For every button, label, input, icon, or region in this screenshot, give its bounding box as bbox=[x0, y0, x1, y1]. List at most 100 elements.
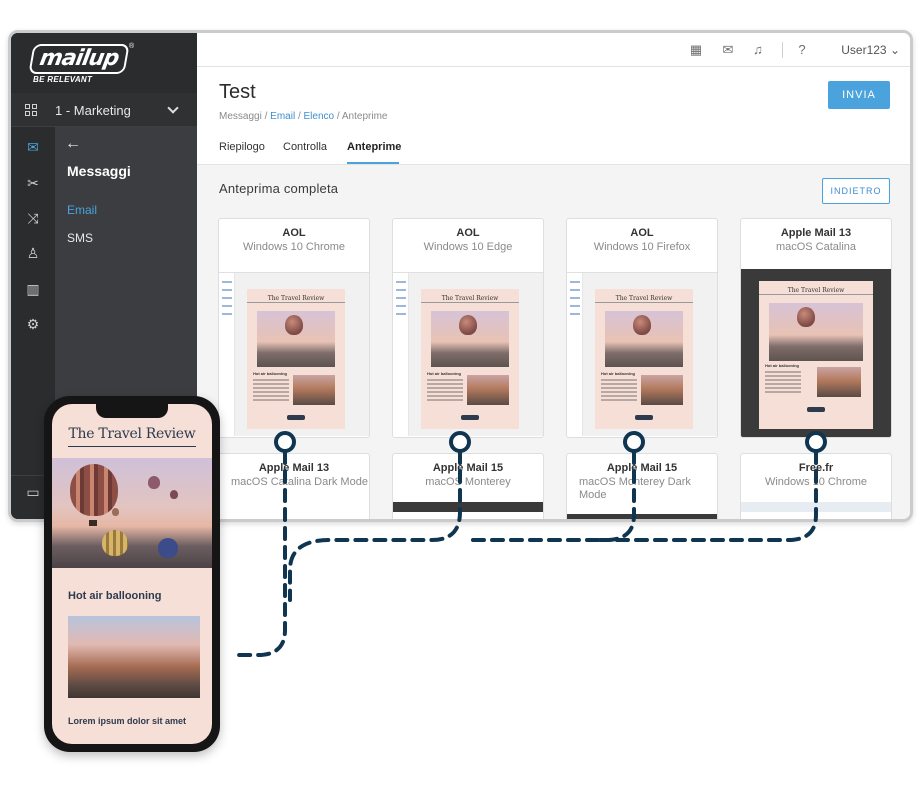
breadcrumb: Messaggi / Email / Elenco / Anteprime bbox=[219, 111, 387, 122]
thumb-dark-strip bbox=[393, 502, 543, 512]
card-client: Apple Mail 15 bbox=[432, 462, 504, 474]
card-client: Apple Mail 13 bbox=[258, 462, 330, 474]
balloon-graphic bbox=[148, 476, 160, 489]
bar-chart-icon[interactable]: ▥ bbox=[25, 281, 41, 297]
thumb-masthead: The Travel Review bbox=[247, 295, 345, 303]
card-environment: Windows 10 Chrome bbox=[764, 476, 868, 488]
thumb-image bbox=[817, 367, 861, 397]
webmail-sidebar bbox=[219, 273, 235, 436]
subnav-panel: ← Messaggi Email SMS bbox=[55, 127, 197, 427]
subnav-item-email[interactable]: Email bbox=[67, 203, 97, 217]
balloon-graphic bbox=[102, 530, 128, 556]
card-environment: macOS Catalina Dark Mode bbox=[231, 476, 368, 488]
help-icon[interactable]: ? bbox=[794, 42, 810, 58]
thumb-masthead: The Travel Review bbox=[759, 287, 873, 295]
phone-masthead: The Travel Review bbox=[68, 426, 196, 442]
chat-icon[interactable]: ▭ bbox=[25, 484, 41, 500]
envelope-icon[interactable]: ✉ bbox=[25, 139, 41, 155]
logo-registered-mark: ® bbox=[129, 43, 135, 50]
tab-anteprime[interactable]: Anteprime bbox=[347, 141, 401, 153]
preview-card[interactable]: Apple Mail 15 macOS Monterey Dark Mode bbox=[566, 453, 718, 519]
thumb-heading: Hot air ballooning bbox=[765, 363, 799, 368]
tab-riepilogo[interactable]: Riepilogo bbox=[219, 141, 265, 153]
thumb-image bbox=[641, 375, 683, 405]
thumb-heading: Hot air ballooning bbox=[601, 371, 635, 376]
phone-screen: The Travel Review Hot air ballooning Lor… bbox=[52, 404, 212, 744]
send-button[interactable]: INVIA bbox=[828, 81, 890, 109]
user-icon[interactable]: ♙ bbox=[25, 245, 41, 261]
active-tab-indicator bbox=[347, 162, 399, 164]
phone-mockup: The Travel Review Hot air ballooning Lor… bbox=[44, 396, 220, 752]
preview-thumbnail[interactable]: The Travel Review Hot air ballooning bbox=[741, 269, 891, 437]
breadcrumb-email[interactable]: Email bbox=[270, 111, 295, 122]
gear-icon[interactable]: ⚙ bbox=[25, 316, 41, 332]
card-client: Apple Mail 13 bbox=[780, 227, 852, 239]
thumb-button bbox=[461, 415, 479, 420]
preview-card[interactable]: Apple Mail 13 macOS Catalina Dark Mode bbox=[218, 453, 370, 519]
card-client: Free.fr bbox=[798, 462, 834, 474]
breadcrumb-elenco[interactable]: Elenco bbox=[304, 111, 335, 122]
subnav-title: Messaggi bbox=[67, 163, 131, 179]
thumb-image bbox=[293, 375, 335, 405]
preview-card[interactable]: AOL Windows 10 Chrome The Travel Review … bbox=[218, 218, 370, 438]
preview-thumbnail[interactable]: The Travel Review Hot air ballooning bbox=[567, 263, 717, 436]
card-environment: Windows 10 Chrome bbox=[242, 241, 346, 253]
subnav-item-sms[interactable]: SMS bbox=[67, 231, 93, 245]
thumb-button bbox=[635, 415, 653, 420]
thumb-hero-image bbox=[769, 303, 863, 361]
thumb-light-strip bbox=[741, 502, 891, 512]
card-environment: Windows 10 Edge bbox=[423, 241, 513, 253]
phone-notch bbox=[96, 404, 168, 418]
back-arrow-icon[interactable]: ← bbox=[65, 135, 81, 153]
account-selector[interactable]: 1 - Marketing bbox=[11, 93, 197, 127]
thumb-masthead: The Travel Review bbox=[595, 295, 693, 303]
webmail-sidebar bbox=[393, 273, 409, 436]
preview-thumbnail[interactable]: The Travel Review Hot air ballooning bbox=[219, 263, 369, 436]
mail-outgoing-icon[interactable]: ✉ bbox=[720, 42, 736, 58]
phone-subheading: Lorem ipsum dolor sit amet bbox=[68, 716, 187, 726]
preview-card[interactable]: AOL Windows 10 Firefox The Travel Review… bbox=[566, 218, 718, 438]
back-button[interactable]: INDIETRO bbox=[822, 178, 890, 204]
webmail-sidebar bbox=[567, 273, 583, 436]
breadcrumb-sep: / bbox=[261, 111, 271, 122]
logo-tagline: BE RELEVANT bbox=[33, 75, 93, 84]
thumb-text bbox=[601, 379, 637, 403]
shuffle-icon[interactable]: ⤨ bbox=[25, 210, 41, 226]
card-client: AOL bbox=[456, 227, 480, 239]
main-content: ▦ ✉ ♫ ? User123 ⌄ Test Messaggi / Email … bbox=[197, 33, 910, 519]
preview-card[interactable]: Free.fr Windows 10 Chrome bbox=[740, 453, 892, 519]
chevron-down-icon: ⌄ bbox=[889, 43, 900, 57]
topbar-divider bbox=[782, 42, 783, 58]
masthead-rule bbox=[68, 446, 196, 447]
section-title: Anteprima completa bbox=[219, 181, 339, 196]
card-client: Apple Mail 15 bbox=[606, 462, 678, 474]
user-name: User123 bbox=[841, 43, 887, 57]
preview-card[interactable]: Apple Mail 13 macOS Catalina The Travel … bbox=[740, 218, 892, 438]
thumb-hero-image bbox=[257, 311, 335, 367]
webmail-topbar bbox=[567, 263, 717, 273]
preview-card[interactable]: AOL Windows 10 Edge The Travel Review Ho… bbox=[392, 218, 544, 438]
balloon-graphic bbox=[158, 538, 178, 558]
webmail-topbar bbox=[393, 263, 543, 273]
card-environment: macOS Monterey Dark Mode bbox=[579, 476, 691, 501]
preview-card[interactable]: Apple Mail 15 macOS Monterey bbox=[392, 453, 544, 519]
thumb-image bbox=[467, 375, 509, 405]
page-header: Test Messaggi / Email / Elenco / Antepri… bbox=[197, 67, 910, 165]
logo[interactable]: mailup ® BE RELEVANT bbox=[11, 33, 197, 93]
balloon-graphic bbox=[170, 490, 178, 499]
user-menu[interactable]: User123 ⌄ bbox=[841, 43, 900, 57]
phone-town-image bbox=[68, 616, 200, 698]
grid-icon bbox=[25, 104, 37, 116]
thumb-button bbox=[807, 407, 825, 412]
calendar-icon[interactable]: ▦ bbox=[688, 42, 704, 58]
thumb-text bbox=[253, 379, 289, 403]
tools-icon[interactable]: ✂ bbox=[25, 175, 41, 191]
breadcrumb-messaggi[interactable]: Messaggi bbox=[219, 111, 262, 122]
phone-hero-image bbox=[52, 458, 212, 568]
bell-icon[interactable]: ♫ bbox=[750, 42, 766, 58]
balloon-graphic bbox=[70, 464, 118, 516]
thumb-dark-strip bbox=[567, 514, 717, 519]
tab-controlla[interactable]: Controlla bbox=[283, 141, 327, 153]
preview-thumbnail[interactable]: The Travel Review Hot air ballooning bbox=[393, 263, 543, 436]
balloon-basket bbox=[89, 520, 97, 526]
